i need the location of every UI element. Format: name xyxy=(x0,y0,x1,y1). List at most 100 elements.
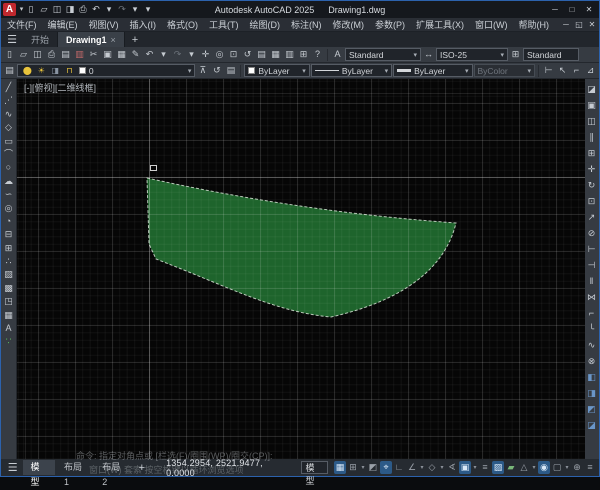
fillet-icon[interactable]: ╰ xyxy=(585,321,598,337)
layer-unlock-icon[interactable]: ⊓ xyxy=(63,64,76,77)
lineweight-dropdown[interactable]: ByLayer ▾ xyxy=(393,64,472,77)
menu-tools[interactable]: 工具(T) xyxy=(209,18,239,31)
save-icon[interactable]: ◫ xyxy=(31,48,44,61)
layer-properties-icon[interactable]: ▤ xyxy=(3,64,16,77)
save-icon[interactable]: ◫ xyxy=(51,3,63,16)
dim-style-dropdown[interactable]: ISO-25▾ xyxy=(436,48,508,61)
add-selected-icon[interactable]: ∵ xyxy=(2,335,15,348)
hatch-region[interactable] xyxy=(147,178,456,317)
extra-tool-icon-4[interactable]: ⊿ xyxy=(584,64,597,77)
dim-style-icon[interactable]: ↔ xyxy=(422,48,435,61)
zoom-realtime-icon[interactable]: ◎ xyxy=(213,48,226,61)
bring-above-icon[interactable]: ◩ xyxy=(585,401,598,417)
tab-drawing1[interactable]: Drawing1 × xyxy=(58,32,125,47)
menu-file[interactable]: 文件(F) xyxy=(7,18,37,31)
explode-icon[interactable]: ⊗ xyxy=(585,353,598,369)
layer-previous-icon[interactable]: ↺ xyxy=(210,64,223,77)
isometric-drafting-icon-caret[interactable]: ▾ xyxy=(439,464,445,471)
new-tab-button[interactable]: + xyxy=(125,32,145,47)
rectangle-icon[interactable]: ▭ xyxy=(2,135,15,148)
3d-object-snap-icon-caret[interactable]: ▾ xyxy=(531,464,537,471)
3d-object-snap-icon[interactable]: △ xyxy=(518,461,530,474)
copy-clip-icon[interactable]: ▣ xyxy=(101,48,114,61)
extra-tool-icon-1[interactable]: ⊢ xyxy=(542,64,555,77)
new-layout-button[interactable]: + xyxy=(134,462,150,474)
layer-vp-freeze-icon[interactable]: ◨ xyxy=(49,64,62,77)
redo-caret[interactable]: ▾ xyxy=(129,3,141,16)
layout2-tab[interactable]: 布局2 xyxy=(95,460,131,475)
menu-insert[interactable]: 插入(I) xyxy=(130,18,157,31)
infer-constraints-icon[interactable]: ◩ xyxy=(367,461,379,474)
polyline-icon[interactable]: ∿ xyxy=(2,108,15,121)
tab-close-icon[interactable]: × xyxy=(111,35,116,45)
viewport-controls-label[interactable]: [-][俯视][二维线框] xyxy=(24,81,96,94)
designcenter-icon[interactable]: ▦ xyxy=(269,48,282,61)
calculator-icon[interactable]: ⊞ xyxy=(297,48,310,61)
undo-icon[interactable]: ↶ xyxy=(90,3,102,16)
color-dropdown[interactable]: ByLayer ▾ xyxy=(244,64,309,77)
close-button[interactable]: ✕ xyxy=(581,3,597,16)
trim-icon[interactable]: ⊘ xyxy=(585,225,598,241)
match-properties-icon[interactable]: ✎ xyxy=(129,48,142,61)
chamfer-icon[interactable]: ⌐ xyxy=(585,305,598,321)
linetype-dropdown[interactable]: ByLayer ▾ xyxy=(311,64,392,77)
circle-icon[interactable]: ○ xyxy=(2,161,15,174)
menu-edit[interactable]: 编辑(E) xyxy=(48,18,78,31)
new-file-icon[interactable]: ▯ xyxy=(25,3,37,16)
make-block-icon[interactable]: ⊞ xyxy=(2,242,15,255)
break-icon[interactable]: ‖ xyxy=(585,273,598,289)
annotation-visibility-icon[interactable]: ◉ xyxy=(538,461,550,474)
hatch-icon[interactable]: ▨ xyxy=(2,268,15,281)
menu-modify[interactable]: 修改(M) xyxy=(333,18,365,31)
transparency-icon[interactable]: ▨ xyxy=(492,461,504,474)
menu-view[interactable]: 视图(V) xyxy=(89,18,119,31)
snap-mode-icon-caret[interactable]: ▾ xyxy=(360,464,366,471)
undo-caret[interactable]: ▾ xyxy=(157,48,170,61)
point-icon[interactable]: ∴ xyxy=(2,255,15,268)
layer-thaw-sun-icon[interactable]: ☀ xyxy=(35,64,48,77)
menu-express-tools[interactable]: 扩展工具(X) xyxy=(416,18,464,31)
layer-dropdown[interactable]: ⬤☀◨⊓ 0 ▾ xyxy=(17,64,195,77)
undo-caret[interactable]: ▾ xyxy=(103,3,115,16)
extra-tool-icon-3[interactable]: ⌐ xyxy=(570,64,583,77)
region-icon[interactable]: ◳ xyxy=(2,295,15,308)
logo-caret-icon[interactable]: ▾ xyxy=(18,3,25,16)
revision-cloud-icon[interactable]: ☁ xyxy=(2,175,15,188)
text-style-dropdown[interactable]: Standard▾ xyxy=(345,48,421,61)
copy-icon[interactable]: ▣ xyxy=(585,97,598,113)
drawing-canvas[interactable]: [-][俯视][二维线框] xyxy=(17,79,585,459)
extra-tool-icon-2[interactable]: ↖ xyxy=(556,64,569,77)
tool-palettes-icon[interactable]: ▥ xyxy=(283,48,296,61)
layout-menu-icon[interactable]: ☰ xyxy=(4,461,21,474)
model-tab[interactable]: 模型 xyxy=(23,460,54,475)
gradient-icon[interactable]: ▩ xyxy=(2,282,15,295)
new-file-icon[interactable]: ▯ xyxy=(3,48,16,61)
insert-block-icon[interactable]: ⊟ xyxy=(2,228,15,241)
qat-overflow-caret[interactable]: ▾ xyxy=(142,3,154,16)
polar-tracking-icon[interactable]: ∠ xyxy=(406,461,418,474)
table-style-dropdown[interactable]: Standard xyxy=(523,48,579,61)
customization-icon[interactable]: ≡ xyxy=(584,461,596,474)
object-snap-icon-caret[interactable]: ▾ xyxy=(472,464,478,471)
isometric-drafting-icon[interactable]: ◇ xyxy=(426,461,438,474)
model-paper-toggle[interactable]: 模型 xyxy=(301,461,328,474)
menu-window[interactable]: 窗口(W) xyxy=(475,18,508,31)
array-icon[interactable]: ⊞ xyxy=(585,145,598,161)
join-icon[interactable]: ⋈ xyxy=(585,289,598,305)
move-icon[interactable]: ✛ xyxy=(585,161,598,177)
rotate-icon[interactable]: ↻ xyxy=(585,177,598,193)
doc-minimize-button[interactable]: ─ xyxy=(560,18,572,31)
grid-display-icon[interactable]: ▦ xyxy=(334,461,346,474)
redo-icon[interactable]: ↷ xyxy=(171,48,184,61)
help-icon[interactable]: ? xyxy=(311,48,324,61)
properties-palette-icon[interactable]: ▤ xyxy=(255,48,268,61)
minimize-button[interactable]: ─ xyxy=(547,3,563,16)
mirror-icon[interactable]: ◫ xyxy=(585,113,598,129)
lineweight-icon[interactable]: ≡ xyxy=(479,461,491,474)
open-folder-icon[interactable]: ▱ xyxy=(17,48,30,61)
ortho-mode-icon[interactable]: ∟ xyxy=(393,461,405,474)
break-at-point-icon[interactable]: ⊣ xyxy=(585,257,598,273)
stretch-icon[interactable]: ↗ xyxy=(585,209,598,225)
multiline-text-icon[interactable]: A xyxy=(2,322,15,335)
file-tabs-menu-icon[interactable]: ☰ xyxy=(1,32,23,47)
